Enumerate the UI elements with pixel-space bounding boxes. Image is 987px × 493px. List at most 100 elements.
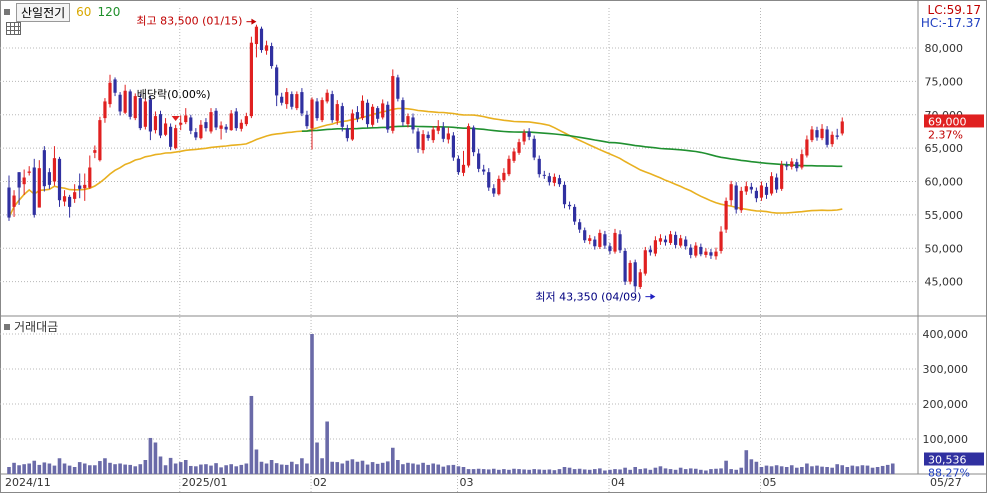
candle-body — [204, 122, 208, 129]
volume-bar — [643, 468, 648, 474]
volume-bar — [194, 466, 198, 474]
volume-bar — [93, 465, 97, 474]
volume-tick-label: 100,000 — [923, 433, 969, 446]
stock-chart[interactable]: 80,00075,00070,00065,00060,00055,00050,0… — [0, 0, 987, 493]
last-volume-label: 30,536 — [928, 454, 967, 467]
candle-body — [820, 128, 824, 139]
volume-bar — [497, 469, 501, 474]
candle-body — [648, 249, 652, 253]
volume-bar — [234, 466, 239, 474]
candle-body — [315, 101, 319, 119]
volume-bar — [17, 465, 21, 474]
candle-body — [365, 102, 370, 125]
candle-body — [466, 126, 471, 166]
volume-bar — [209, 465, 213, 474]
candle-body — [684, 239, 688, 247]
candle-body — [93, 150, 97, 153]
volume-bar — [784, 467, 789, 474]
price-tick-label: 75,000 — [925, 75, 964, 88]
volume-bar — [325, 421, 329, 474]
last-volume-pct-label: 88.27% — [928, 467, 970, 480]
volume-bar — [350, 459, 355, 474]
candle-body — [52, 158, 57, 182]
candle-body — [98, 120, 102, 161]
candle-body — [441, 127, 445, 139]
candle-body — [62, 196, 67, 202]
candle-body — [310, 99, 314, 129]
candle-body — [679, 238, 683, 246]
candle-body — [507, 158, 511, 175]
volume-bar — [759, 467, 764, 474]
volume-bar — [67, 465, 72, 474]
volume-bar — [598, 468, 602, 474]
volume-bar — [729, 469, 733, 474]
volume-bar — [27, 463, 31, 474]
volume-bar — [522, 469, 526, 474]
volume-bar — [835, 464, 839, 474]
candle-body — [734, 185, 738, 210]
volume-bar — [88, 465, 92, 474]
volume-bar — [360, 460, 365, 474]
volume-bar — [466, 469, 471, 474]
candle-body — [391, 76, 395, 131]
volume-bar — [370, 462, 375, 474]
volume-bar — [441, 466, 446, 474]
candle-body — [123, 90, 127, 113]
candle-body — [522, 132, 526, 142]
volume-bar — [315, 442, 319, 474]
volume-bar — [380, 462, 385, 474]
candle-body — [825, 129, 829, 145]
volume-bar — [507, 469, 511, 474]
candle-body — [472, 127, 476, 153]
volume-bar — [678, 467, 683, 474]
volume-bar — [173, 463, 178, 474]
candle-body — [270, 46, 274, 67]
candle-body — [461, 164, 466, 173]
volume-bar — [290, 461, 294, 474]
volume-bar — [219, 467, 223, 474]
candle-body — [371, 106, 375, 125]
volume-bar — [178, 462, 183, 474]
volume-bar — [633, 467, 637, 474]
volume-bar — [249, 395, 254, 474]
volume-bar — [37, 464, 42, 474]
candle-body — [795, 162, 799, 169]
volume-bar — [683, 469, 688, 474]
volume-bar — [542, 469, 547, 474]
volume-bar — [42, 462, 47, 474]
candle-body — [603, 234, 607, 246]
candle-body — [724, 200, 728, 230]
volume-bar — [431, 463, 435, 474]
volume-bar — [426, 464, 430, 474]
volume-bar — [789, 465, 794, 474]
candle-body — [426, 134, 430, 139]
volume-bar — [82, 463, 87, 474]
candle-body — [320, 100, 324, 121]
volume-bar — [396, 460, 400, 474]
volume-bar — [587, 469, 592, 474]
volume-bar — [183, 460, 188, 474]
candle-body — [537, 158, 541, 175]
candle-body — [658, 238, 663, 242]
candle-body — [421, 134, 425, 151]
price-tick-label: 50,000 — [925, 242, 964, 255]
candle-body — [163, 123, 168, 135]
candle-body — [295, 94, 299, 109]
volume-bar — [800, 467, 804, 474]
volume-bar — [355, 461, 360, 474]
candle-body — [335, 104, 339, 121]
volume-bar — [739, 467, 744, 474]
volume-bar — [749, 459, 754, 474]
volume-bar — [769, 466, 774, 474]
candle-body — [613, 232, 617, 252]
candle-body — [340, 106, 344, 127]
candle-body — [739, 190, 743, 211]
volume-bar — [385, 461, 390, 474]
volume-bar — [567, 467, 572, 474]
candle-body — [542, 174, 546, 176]
volume-bar — [98, 461, 102, 474]
volume-bar — [446, 465, 451, 474]
volume-bar — [557, 469, 562, 474]
candle-body — [451, 135, 455, 158]
candle-body — [689, 247, 693, 255]
